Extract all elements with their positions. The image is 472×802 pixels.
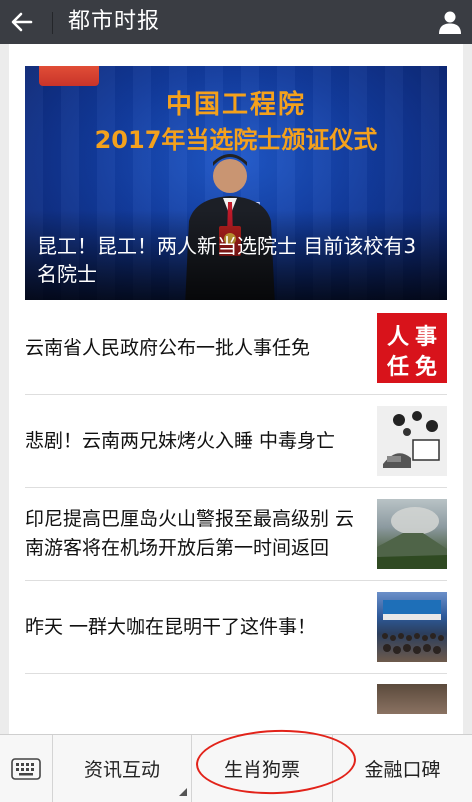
arrow-left-icon <box>11 12 33 32</box>
list-item-partial[interactable] <box>25 674 447 714</box>
article-title: 云南省人民政府公布一批人事任免 <box>25 336 311 359</box>
article-feed[interactable]: 中国工程院 2017年当选院士颁证仪式 20 7日 昆工！昆工！两人新当选院士 … <box>9 44 463 734</box>
list-item[interactable]: 昨天 一群大咖在昆明干了这件事！ <box>25 581 447 674</box>
profile-button[interactable] <box>428 0 472 44</box>
article-list: 云南省人民政府公布一批人事任免 人 事 任 免 悲剧！云南两兄妹烤火入睡 中毒身… <box>25 302 447 714</box>
person-icon <box>439 11 461 34</box>
menu-finance-reputation[interactable]: 金融口碑 <box>333 735 472 802</box>
conference-image <box>382 600 444 654</box>
page-title: 都市时报 <box>68 9 161 34</box>
event-logo <box>39 66 99 86</box>
keyboard-icon <box>11 757 41 780</box>
featured-article[interactable]: 中国工程院 2017年当选院士颁证仪式 20 7日 昆工！昆工！两人新当选院士 … <box>25 66 447 300</box>
article-thumbnail <box>377 499 447 569</box>
list-item[interactable]: 印尼提高巴厘岛火山警报至最高级别 云南游客将在机场开放后第一时间返回 <box>25 488 447 581</box>
back-button[interactable] <box>0 0 44 44</box>
article-thumbnail <box>377 592 447 662</box>
submenu-indicator-icon <box>179 788 187 796</box>
hero-banner-line1: 中国工程院 <box>165 90 306 120</box>
header-divider <box>52 12 53 34</box>
article-thumbnail <box>377 406 447 476</box>
menu-label: 资讯互动 <box>83 759 160 781</box>
article-title: 印尼提高巴厘岛火山警报至最高级别 云南游客将在机场开放后第一时间返回 <box>25 508 355 559</box>
list-item[interactable]: 悲剧！云南两兄妹烤火入睡 中毒身亡 <box>25 395 447 488</box>
menu-label: 金融口碑 <box>364 759 441 781</box>
page-edge-right <box>463 44 472 734</box>
volcano-image <box>377 507 447 569</box>
top-bar: 都市时报 <box>0 0 472 44</box>
menu-news-interaction[interactable]: 资讯互动 <box>53 735 192 802</box>
article-thumbnail <box>377 684 447 714</box>
list-item[interactable]: 云南省人民政府公布一批人事任免 人 事 任 免 <box>25 302 447 395</box>
article-thumbnail: 人 事 任 免 <box>377 313 447 383</box>
keyboard-toggle-button[interactable] <box>0 735 53 802</box>
illustration-image <box>383 411 440 468</box>
article-title: 昨天 一群大咖在昆明干了这件事！ <box>25 615 317 638</box>
featured-article-title: 昆工！昆工！两人新当选院士 目前该校有3名院士 <box>37 234 417 286</box>
page-edge-left <box>0 44 9 734</box>
article-title: 悲剧！云南两兄妹烤火入睡 中毒身亡 <box>25 429 336 452</box>
